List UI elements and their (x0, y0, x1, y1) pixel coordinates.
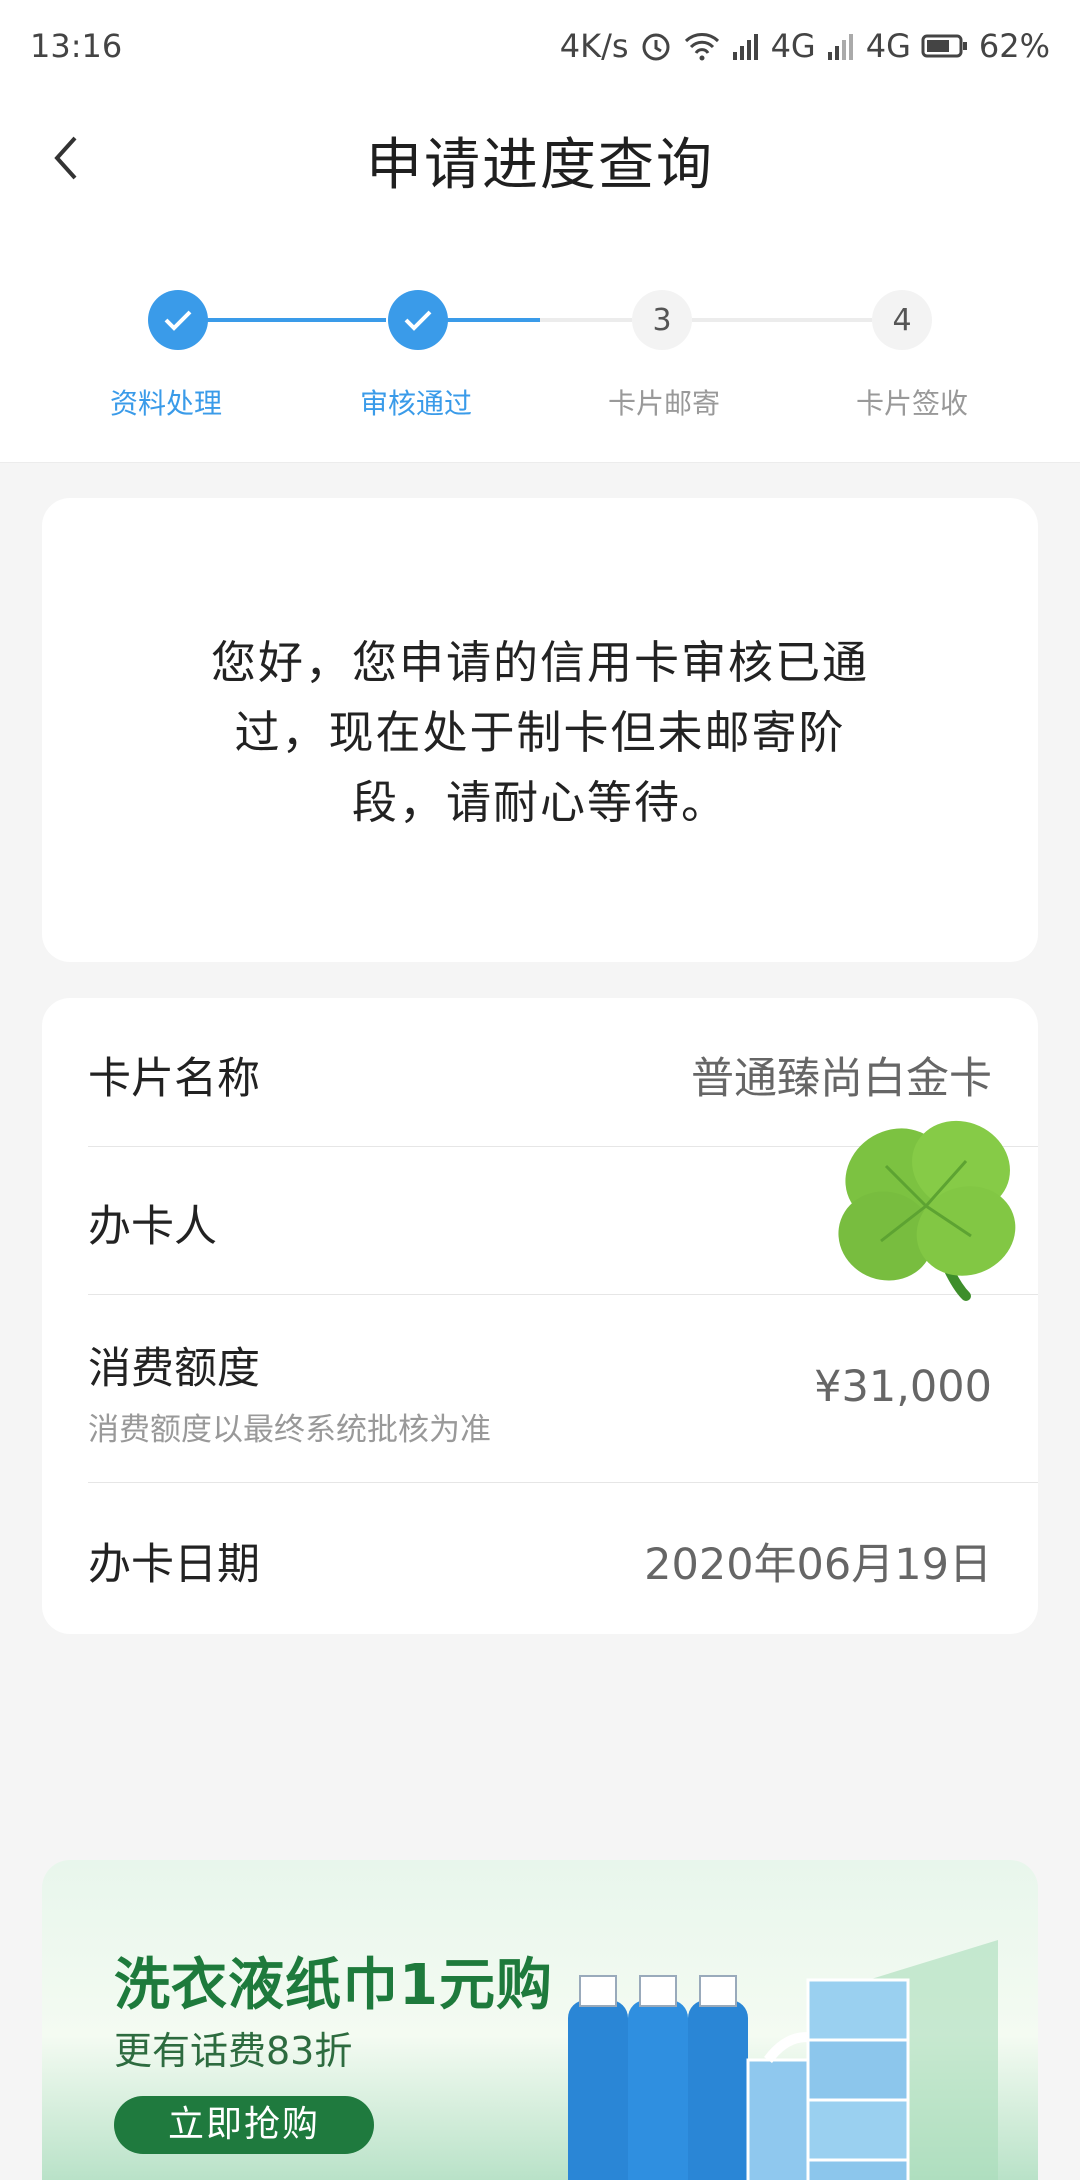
battery-level: 62% (978, 27, 1050, 65)
banner-subtitle: 更有话费83折 (114, 2029, 353, 2073)
row-date: 办卡日期 2020年06月19日 (88, 1482, 1038, 1634)
status-icons: 4K/s 4G 4G 62% (560, 27, 1050, 65)
step-2-node (388, 290, 448, 350)
limit-note: 消费额度以最终系统批核为准 (88, 1412, 491, 1448)
limit-value: ¥31,000 (814, 1362, 992, 1412)
network-speed: 4K/s (559, 27, 629, 65)
step-1-label: 资料处理 (109, 387, 222, 420)
clover-sticker-icon (838, 1120, 1016, 1301)
step-3-label: 卡片邮寄 (607, 387, 720, 420)
holder-label: 办卡人 (88, 1202, 217, 1252)
date-value: 2020年06月19日 (644, 1540, 992, 1590)
step-1-node (148, 290, 208, 350)
check-icon (164, 310, 192, 331)
step-connector-3 (692, 318, 872, 322)
header-bar: 申请进度查询 (0, 92, 1080, 222)
signal-icon-2 (826, 32, 856, 60)
status-time: 13:16 (30, 27, 123, 65)
limit-label: 消费额度 (88, 1344, 260, 1394)
check-icon (404, 310, 432, 331)
network-type-2: 4G (865, 27, 911, 65)
products-image (568, 1940, 998, 2180)
step-4-label: 卡片签收 (855, 387, 968, 420)
status-message-card: 您好，您申请的信用卡审核已通过，现在处于制卡但未邮寄阶段，请耐心等待。 (42, 498, 1038, 962)
date-label: 办卡日期 (88, 1540, 260, 1590)
alarm-icon (639, 29, 673, 63)
buy-now-button[interactable]: 立即抢购 (114, 2096, 374, 2154)
wifi-icon (683, 31, 721, 61)
step-2-label: 审核通过 (359, 387, 472, 420)
step-connector-2a (446, 318, 540, 322)
status-bar: 13:16 4K/s 4G 4G 62% (0, 0, 1080, 92)
step-connector-2b (540, 318, 632, 322)
page-title: 申请进度查询 (366, 133, 714, 198)
promo-banner[interactable]: 洗衣液纸巾1元购 更有话费83折 立即抢购 (42, 1860, 1038, 2180)
card-name-value: 普通臻尚白金卡 (691, 1054, 992, 1104)
battery-icon (921, 33, 969, 59)
banner-title: 洗衣液纸巾1元购 (114, 1953, 553, 2018)
network-type-1: 4G (770, 27, 816, 65)
progress-steps: 3 4 资料处理 审核通过 卡片邮寄 卡片签收 (0, 222, 1080, 463)
step-4-node: 4 (872, 290, 932, 350)
row-limit: 消费额度 消费额度以最终系统批核为准 ¥31,000 (88, 1294, 1038, 1483)
signal-icon (731, 32, 761, 60)
step-3-node: 3 (632, 290, 692, 350)
step-connector-1 (206, 318, 386, 322)
status-message: 您好，您申请的信用卡审核已通过，现在处于制卡但未邮寄阶段，请耐心等待。 (210, 636, 869, 829)
card-name-label: 卡片名称 (88, 1054, 260, 1104)
card-info-panel: 卡片名称 普通臻尚白金卡 办卡人 消费额度 消费额度以最终系统批核为准 ¥31,… (42, 998, 1038, 1634)
